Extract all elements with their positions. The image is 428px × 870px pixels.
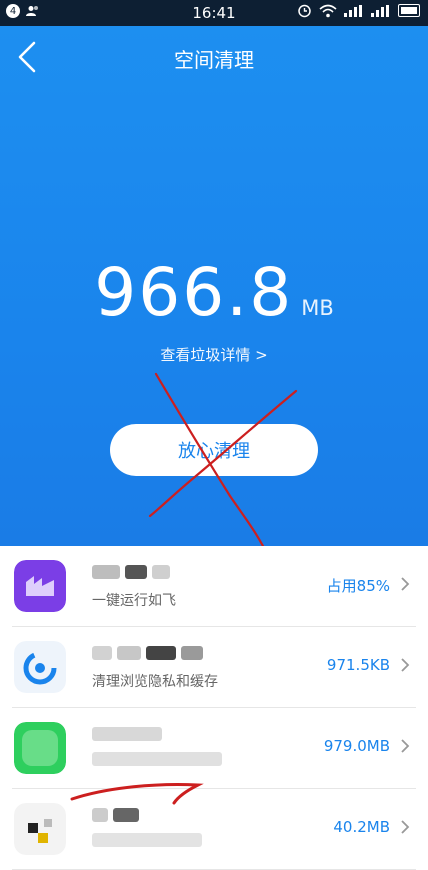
app-size: 40.2MB	[333, 818, 390, 836]
app-desc: 清理浏览隐私和缓存	[92, 674, 218, 690]
chevron-right-icon	[401, 820, 410, 834]
status-right	[297, 3, 420, 18]
chevron-right-icon	[401, 577, 410, 591]
app-name	[92, 564, 171, 583]
red-underline-annotation	[70, 783, 204, 805]
app-size: 979.0MB	[323, 737, 390, 755]
alarm-icon	[298, 4, 311, 18]
app-icon	[14, 560, 66, 612]
app-name	[92, 726, 162, 745]
app-list: 一键运行如飞 占用85% 清理浏览隐私和缓存 971.5KB 979.0MB 4…	[0, 546, 428, 870]
wifi-icon	[319, 4, 337, 17]
list-item[interactable]: 一键运行如飞 占用85%	[12, 546, 416, 627]
app-desc: 一键运行如飞	[92, 593, 176, 609]
signal-icon	[344, 4, 362, 17]
battery-icon	[398, 4, 420, 17]
chevron-right-icon	[401, 739, 410, 753]
app-name	[92, 645, 204, 664]
app-icon	[14, 722, 66, 774]
list-item[interactable]: 40.2MB	[12, 783, 416, 870]
status-bar: 4 16:41	[0, 0, 428, 26]
app-size: 占用85%	[326, 577, 390, 595]
list-item[interactable]: 979.0MB	[12, 708, 416, 789]
app-desc	[92, 833, 202, 851]
list-item[interactable]: 清理浏览隐私和缓存 971.5KB	[12, 627, 416, 708]
red-cross-annotation	[148, 372, 298, 546]
app-desc	[92, 752, 222, 770]
app-icon	[14, 641, 66, 693]
hero-panel: 空间清理 966.8 MB 查看垃圾详情 > 放心清理	[0, 26, 428, 546]
chevron-right-icon	[401, 658, 410, 672]
app-icon	[14, 803, 66, 855]
app-size: 971.5KB	[326, 656, 390, 674]
signal-icon-2	[371, 4, 389, 17]
